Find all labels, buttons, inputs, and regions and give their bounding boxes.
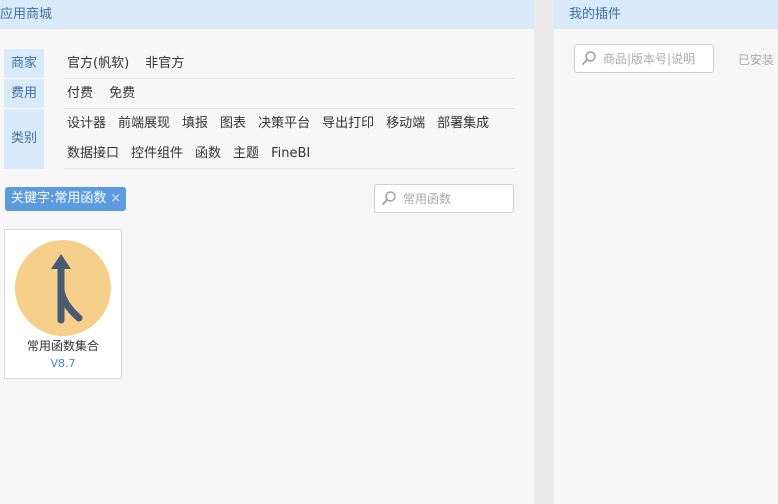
app-store-panel: 应用商城 商家 官方(帆软) 非官方 费用 付费 免费 类别 设计器 前端展现 填报…	[0, 0, 534, 504]
filter-row-fee: 费用 付费 免费	[4, 79, 515, 109]
my-plugins-title: 我的插件	[554, 0, 778, 29]
filter-option-decision[interactable]: 决策平台	[255, 109, 313, 139]
filter-option-designer[interactable]: 设计器	[64, 109, 109, 139]
my-plugins-panel: 我的插件 已安装	[554, 0, 778, 504]
filter-option-data-interface[interactable]: 数据接口	[64, 139, 122, 169]
store-search-input[interactable]	[403, 189, 507, 208]
filter-option-export[interactable]: 导出打印	[319, 109, 377, 139]
filter-option-theme[interactable]: 主题	[230, 139, 262, 169]
keyword-tag: 关键字:常用函数 ×	[5, 187, 127, 211]
filter-row-category: 类别 设计器 前端展现 填报 图表 决策平台 导出打印 移动端 部署集成 数据接口 控件组件 函数…	[4, 109, 515, 169]
remove-keyword-icon[interactable]: ×	[110, 191, 121, 206]
plugin-card[interactable]: 常用函数集合 V8.7	[4, 229, 122, 379]
search-icon	[382, 191, 396, 205]
filter-options-fee: 付费 免费	[64, 79, 515, 109]
filter-option-unofficial[interactable]: 非官方	[142, 49, 187, 78]
filter-option-chart[interactable]: 图表	[217, 109, 249, 139]
search-icon	[582, 51, 596, 65]
filter-label-fee: 费用	[4, 79, 44, 109]
keyword-tag-text: 关键字:常用函数	[11, 191, 107, 206]
filter-option-fill[interactable]: 填报	[179, 109, 211, 139]
filter-option-finebi[interactable]: FineBI	[268, 139, 313, 169]
filter-option-widget[interactable]: 控件组件	[128, 139, 186, 169]
filter-options-vendor: 官方(帆软) 非官方	[64, 49, 515, 79]
filter-row-vendor: 商家 官方(帆软) 非官方	[4, 49, 515, 79]
app-store-title: 应用商城	[0, 0, 534, 29]
filter-option-official[interactable]: 官方(帆软)	[64, 49, 132, 78]
filter-options-category: 设计器 前端展现 填报 图表 决策平台 导出打印 移动端 部署集成 数据接口 控件组件 函数 主题 F…	[64, 109, 515, 169]
filter-option-function[interactable]: 函数	[192, 139, 224, 169]
merge-arrow-icon	[15, 240, 111, 336]
my-plugins-search-input[interactable]	[603, 49, 711, 68]
filter-option-paid[interactable]: 付费	[64, 79, 96, 108]
plugin-name: 常用函数集合	[26, 339, 99, 353]
filter-option-frontend[interactable]: 前端展现	[115, 109, 173, 139]
plugin-version: V8.7	[50, 357, 76, 370]
filter-label-vendor: 商家	[4, 49, 44, 79]
installed-filter[interactable]: 已安装	[738, 51, 774, 68]
store-search-box	[374, 184, 514, 213]
filter-option-free[interactable]: 免费	[106, 79, 138, 108]
filter-option-mobile[interactable]: 移动端	[383, 109, 428, 139]
my-plugins-search-box	[574, 44, 714, 73]
filter-label-category: 类别	[4, 109, 44, 169]
filter-option-deploy[interactable]: 部署集成	[434, 109, 492, 139]
